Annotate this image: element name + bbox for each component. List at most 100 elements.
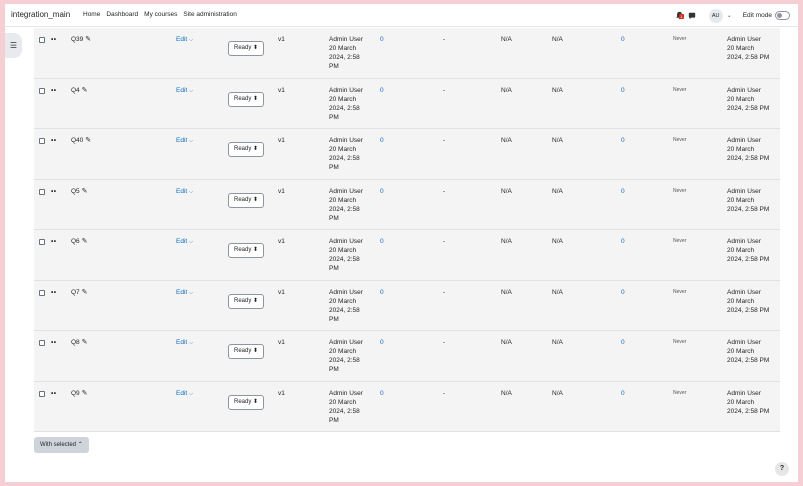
row-select-checkbox[interactable]: [39, 138, 45, 144]
modified-by: Admin User 20 March 2024, 2:58 PM: [727, 238, 770, 263]
row-select-checkbox[interactable]: [39, 37, 45, 43]
with-selected-button[interactable]: With selected ⌃: [34, 437, 89, 453]
last-used: Never: [673, 187, 687, 194]
row-select-checkbox[interactable]: [39, 289, 45, 296]
nav-link-my-courses[interactable]: My courses: [144, 11, 177, 18]
modified-by: Admin User 20 March 2024, 2:58 PM: [727, 137, 770, 162]
needs-checking-link[interactable]: 0: [621, 187, 625, 196]
row-select-checkbox[interactable]: [39, 340, 45, 346]
edit-name-pencil-icon[interactable]: ✎: [82, 87, 88, 94]
facility-index: N/A: [501, 36, 512, 43]
drag-handle-icon[interactable]: ••: [51, 136, 57, 145]
question-status-select[interactable]: Ready ⬍: [228, 91, 265, 107]
needs-checking-link[interactable]: 0: [621, 338, 625, 347]
top-navbar: integration_main Home Dashboard My cours…: [5, 4, 798, 27]
row-select-checkbox[interactable]: [39, 239, 45, 245]
edit-action-menu[interactable]: Edit ⌵: [176, 237, 193, 247]
question-status-select[interactable]: Ready ⬍: [228, 344, 265, 359]
edit-name-pencil-icon[interactable]: ✎: [82, 238, 88, 245]
question-version: v1: [278, 187, 285, 195]
course-index-drawer-toggle[interactable]: ☰: [5, 33, 22, 58]
modified-by: Admin User 20 March 2024, 2:58 PM: [727, 339, 770, 364]
question-version: v1: [278, 86, 285, 94]
question-usage-link[interactable]: 0: [380, 338, 384, 347]
question-status-select[interactable]: Ready ⬍: [228, 394, 265, 410]
edit-name-pencil-icon[interactable]: ✎: [82, 390, 88, 397]
comments-value: -: [443, 238, 446, 245]
question-name: Q5 ✎: [71, 187, 88, 195]
drag-handle-icon[interactable]: ••: [51, 288, 57, 297]
edit-name-pencil-icon[interactable]: ✎: [82, 289, 88, 296]
drag-handle-icon[interactable]: ••: [51, 338, 57, 347]
question-status-select[interactable]: Ready ⬍: [228, 142, 265, 157]
edit-action-menu[interactable]: Edit ⌵: [176, 35, 193, 45]
question-status-select[interactable]: Ready ⬍: [228, 243, 265, 258]
last-used: Never: [673, 36, 687, 42]
nav-link-home[interactable]: Home: [83, 11, 100, 18]
question-usage-link[interactable]: 0: [380, 237, 384, 246]
question-status-select[interactable]: Ready ⬍: [228, 192, 265, 208]
needs-checking-link[interactable]: 0: [621, 389, 625, 398]
modified-by: Admin User 20 March 2024, 2:58 PM: [727, 389, 770, 415]
question-status-select[interactable]: Ready ⬍: [228, 41, 265, 56]
drag-handle-icon[interactable]: ••: [51, 237, 57, 246]
list-menu-icon: ☰: [9, 41, 18, 50]
needs-checking-link[interactable]: 0: [621, 136, 625, 145]
site-brand[interactable]: integration_main: [11, 10, 70, 19]
created-by: Admin User 20 March 2024, 2:58 PM: [329, 187, 363, 222]
comments-value: -: [443, 137, 446, 144]
drag-handle-icon[interactable]: ••: [51, 35, 57, 44]
edit-name-pencil-icon[interactable]: ✎: [82, 188, 88, 195]
edit-action-menu[interactable]: Edit ⌵: [176, 136, 193, 146]
created-by: Admin User 20 March 2024, 2:58 PM: [329, 86, 363, 121]
table-row: •• Q39 ✎ Edit ⌵ Ready ⬍ v1 Admin User 20 Ma…: [34, 28, 780, 79]
needs-checking-link[interactable]: 0: [621, 288, 625, 297]
facility-index: N/A: [501, 238, 512, 245]
table-row: •• Q40 ✎ Edit ⌵ Ready ⬍ v1 Admin User 20 Ma…: [34, 129, 780, 180]
row-select-checkbox[interactable]: [39, 87, 45, 94]
facility-index: N/A: [501, 137, 512, 144]
question-usage-link[interactable]: 0: [380, 35, 384, 44]
edit-name-pencil-icon[interactable]: ✎: [85, 36, 91, 43]
drag-handle-icon[interactable]: ••: [51, 86, 57, 95]
edit-action-menu[interactable]: Edit ⌵: [176, 389, 193, 399]
facility-index: N/A: [501, 86, 512, 94]
needs-checking-link[interactable]: 0: [621, 86, 625, 95]
edit-action-menu[interactable]: Edit ⌵: [176, 187, 193, 197]
comments-value: -: [443, 86, 446, 94]
created-by: Admin User 20 March 2024, 2:58 PM: [329, 238, 363, 272]
edit-action-menu[interactable]: Edit ⌵: [176, 86, 193, 96]
edit-mode-toggle[interactable]: [775, 11, 790, 20]
question-usage-link[interactable]: 0: [380, 288, 384, 297]
drag-handle-icon[interactable]: ••: [51, 187, 57, 196]
needs-checking-link[interactable]: 0: [621, 35, 625, 44]
question-version: v1: [278, 389, 285, 397]
user-avatar[interactable]: AU: [708, 8, 723, 23]
help-button[interactable]: ?: [775, 462, 789, 476]
nav-link-dashboard[interactable]: Dashboard: [106, 11, 138, 18]
row-select-checkbox[interactable]: [39, 390, 45, 397]
edit-name-pencil-icon[interactable]: ✎: [85, 137, 91, 144]
chevron-down-icon: ⌵: [189, 289, 193, 296]
user-menu-chevron-down-icon[interactable]: ⌄: [727, 12, 732, 19]
row-select-checkbox[interactable]: [39, 188, 45, 195]
discriminative-efficiency: N/A: [552, 339, 563, 346]
drag-handle-icon[interactable]: ••: [51, 389, 57, 398]
chevron-down-icon: ⌵: [189, 239, 193, 245]
needs-checking-link[interactable]: 0: [621, 237, 625, 246]
discriminative-efficiency: N/A: [552, 86, 563, 94]
notifications-bell-icon[interactable]: 1: [675, 11, 684, 20]
edit-action-menu[interactable]: Edit ⌵: [176, 338, 193, 348]
nav-link-site-administration[interactable]: Site administration: [183, 11, 236, 18]
edit-action-menu[interactable]: Edit ⌵: [176, 288, 193, 298]
question-usage-link[interactable]: 0: [380, 136, 384, 145]
messages-chat-icon[interactable]: [688, 12, 696, 20]
question-usage-link[interactable]: 0: [380, 86, 384, 95]
primary-navigation: Home Dashboard My courses Site administr…: [83, 11, 237, 18]
question-usage-link[interactable]: 0: [380, 187, 384, 196]
question-status-select[interactable]: Ready ⬍: [228, 293, 265, 309]
last-used: Never: [673, 86, 687, 93]
question-usage-link[interactable]: 0: [380, 389, 384, 398]
chevron-down-icon: ⌵: [189, 87, 193, 94]
edit-name-pencil-icon[interactable]: ✎: [82, 339, 88, 346]
